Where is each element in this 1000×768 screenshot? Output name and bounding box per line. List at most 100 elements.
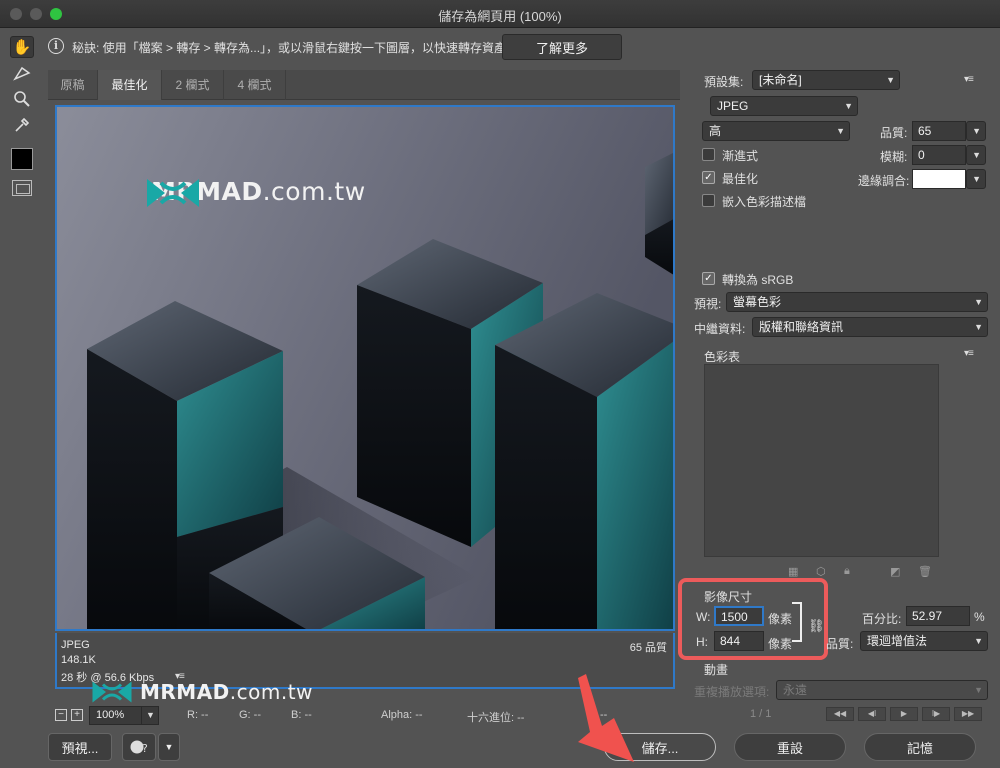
- red-arrow-annotation: [578, 674, 634, 762]
- map-color-icon[interactable]: ▦: [788, 565, 798, 578]
- percent-unit: %: [974, 610, 985, 624]
- height-field[interactable]: 844: [714, 631, 764, 651]
- preset-select[interactable]: [未命名] ▼: [752, 70, 900, 90]
- quality-field[interactable]: 65: [912, 121, 966, 141]
- progressive-label: 漸進式: [722, 149, 759, 163]
- tab-original[interactable]: 原稿: [48, 70, 98, 100]
- chevron-down-icon: ▼: [972, 174, 981, 184]
- next-frame-button[interactable]: I▶: [922, 707, 950, 721]
- image-preview[interactable]: MRMAD.com.tw: [55, 105, 675, 631]
- tab-2-up[interactable]: 2 欄式: [162, 70, 224, 100]
- resample-select[interactable]: 環迴增值法 ▼: [860, 631, 988, 651]
- chevron-down-icon: ▼: [886, 75, 895, 85]
- trash-icon[interactable]: 🗑︎: [918, 565, 932, 578]
- watermark-logo: MRMAD.com.tw: [145, 177, 366, 207]
- chevron-down-icon: ▼: [844, 101, 853, 111]
- info-format: JPEG: [61, 639, 90, 651]
- zoom-tool-icon[interactable]: [10, 88, 34, 110]
- preset-menu-icon[interactable]: ▾≡: [964, 74, 974, 85]
- new-color-icon[interactable]: ◩: [890, 565, 900, 578]
- width-unit: 像素: [768, 612, 793, 626]
- embed-profile-checkbox[interactable]: [702, 194, 715, 207]
- matte-dropdown[interactable]: ▼: [966, 169, 986, 189]
- metadata-select[interactable]: 版權和聯絡資訊 ▼: [752, 317, 988, 337]
- tab-4-up[interactable]: 4 欄式: [224, 70, 286, 100]
- blur-label: 模糊:: [880, 150, 908, 164]
- learn-more-button[interactable]: 了解更多: [502, 34, 622, 60]
- link-icon[interactable]: ⛓︎: [808, 618, 825, 634]
- readout-r: R: --: [187, 709, 209, 721]
- loop-select[interactable]: 永遠 ▼: [776, 680, 988, 700]
- color-table[interactable]: [704, 364, 939, 557]
- quality-label: 品質:: [880, 126, 908, 140]
- matte-color-swatch[interactable]: [912, 169, 966, 189]
- zoom-out-button[interactable]: −: [55, 709, 67, 721]
- preview-mode-select[interactable]: 螢幕色彩 ▼: [726, 292, 988, 312]
- readout-hex: 十六進位: --: [467, 712, 525, 724]
- preview-browser-button[interactable]: ?: [122, 733, 156, 761]
- color-table-label: 色彩表: [704, 350, 741, 364]
- convert-srgb-checkbox[interactable]: ✓: [702, 272, 715, 285]
- window-title: 儲存為網頁用 (100%): [438, 9, 562, 24]
- compression-select[interactable]: 高 ▼: [702, 121, 850, 141]
- slice-select-tool-icon[interactable]: [10, 62, 34, 84]
- matte-label: 邊緣調合:: [858, 174, 910, 188]
- tab-optimized[interactable]: 最佳化: [98, 70, 162, 100]
- chevron-down-icon[interactable]: ▼: [141, 706, 159, 725]
- optimized-checkbox[interactable]: ✓: [702, 171, 715, 184]
- remember-button[interactable]: 記憶: [864, 733, 976, 761]
- chevron-down-icon: ▼: [974, 636, 983, 646]
- progressive-checkbox[interactable]: [702, 148, 715, 161]
- tip-bar: i 秘訣: 使用「檔案 > 轉存 > 轉存為...」，或以滑鼠右鍵按一下圖層，以…: [44, 34, 684, 60]
- height-unit: 像素: [768, 637, 793, 651]
- toggle-slices-icon[interactable]: [12, 180, 32, 196]
- image-size-title: 影像尺寸: [704, 590, 753, 604]
- eyedropper-tool-icon[interactable]: [10, 114, 34, 136]
- frame-counter: 1 / 1: [750, 708, 772, 720]
- prev-frame-button[interactable]: ◀I: [858, 707, 886, 721]
- preview-mode-label: 預視:: [694, 297, 722, 311]
- quality-slider-dropdown[interactable]: ▼: [966, 121, 986, 141]
- zoom-in-button[interactable]: +: [71, 709, 83, 721]
- preview-button[interactable]: 預視...: [48, 733, 112, 761]
- view-tabs: 原稿 最佳化 2 欄式 4 欄式: [48, 70, 680, 100]
- readout-b: B: --: [291, 709, 312, 721]
- tip-text: 秘訣: 使用「檔案 > 轉存 > 轉存為...」，或以滑鼠右鍵按一下圖層，以快速…: [72, 41, 507, 55]
- resample-label: 品質:: [826, 637, 854, 651]
- mrmad-logo-icon-bottom: [92, 681, 132, 703]
- format-value: JPEG: [717, 99, 749, 113]
- blur-slider-dropdown[interactable]: ▼: [966, 145, 986, 165]
- preset-value: [未命名]: [759, 73, 802, 87]
- tool-bar: ✋: [0, 28, 44, 708]
- chevron-down-icon: ▼: [972, 126, 981, 136]
- last-frame-button[interactable]: ▶▶: [954, 707, 982, 721]
- percent-field[interactable]: 52.97: [906, 606, 970, 626]
- blur-field[interactable]: 0: [912, 145, 966, 165]
- info-icon: i: [48, 38, 64, 54]
- eyedropper-color-swatch[interactable]: [11, 148, 33, 170]
- svg-text:?: ?: [142, 742, 148, 755]
- chevron-down-icon: ▼: [974, 297, 983, 307]
- color-table-menu-icon[interactable]: ▾≡: [964, 348, 974, 359]
- metadata-label: 中繼資料:: [694, 322, 746, 336]
- width-field[interactable]: 1500: [714, 606, 764, 626]
- watermark-logo-bottom: MRMAD.com.tw: [90, 680, 313, 704]
- play-button[interactable]: ▶: [890, 707, 918, 721]
- percent-label: 百分比:: [862, 612, 902, 626]
- chevron-down-icon: ▼: [974, 322, 983, 332]
- resample-value: 環迴增值法: [867, 634, 928, 648]
- embed-profile-label: 嵌入色彩描述檔: [722, 195, 807, 209]
- browser-select-chevron-icon[interactable]: ▼: [158, 733, 180, 761]
- format-select[interactable]: JPEG ▼: [710, 96, 858, 116]
- metadata-value: 版權和聯絡資訊: [759, 320, 844, 334]
- browser-globe-icon: ?: [130, 740, 148, 755]
- preset-label: 預設集:: [704, 75, 744, 89]
- web-safe-icon[interactable]: ⬡: [816, 565, 826, 578]
- hand-tool-icon[interactable]: ✋: [10, 36, 34, 58]
- constrain-bracket: [792, 602, 802, 642]
- reset-button[interactable]: 重設: [734, 733, 846, 761]
- lock-color-icon[interactable]: 🔒︎: [844, 565, 850, 578]
- first-frame-button[interactable]: ◀◀: [826, 707, 854, 721]
- loop-label: 重複播放選項:: [694, 685, 770, 699]
- settings-panel: 預設集: [未命名] ▼ ▾≡ JPEG ▼ 高 ▼ 品質: 65 ▼ 漸進式 模糊:…: [678, 62, 1000, 721]
